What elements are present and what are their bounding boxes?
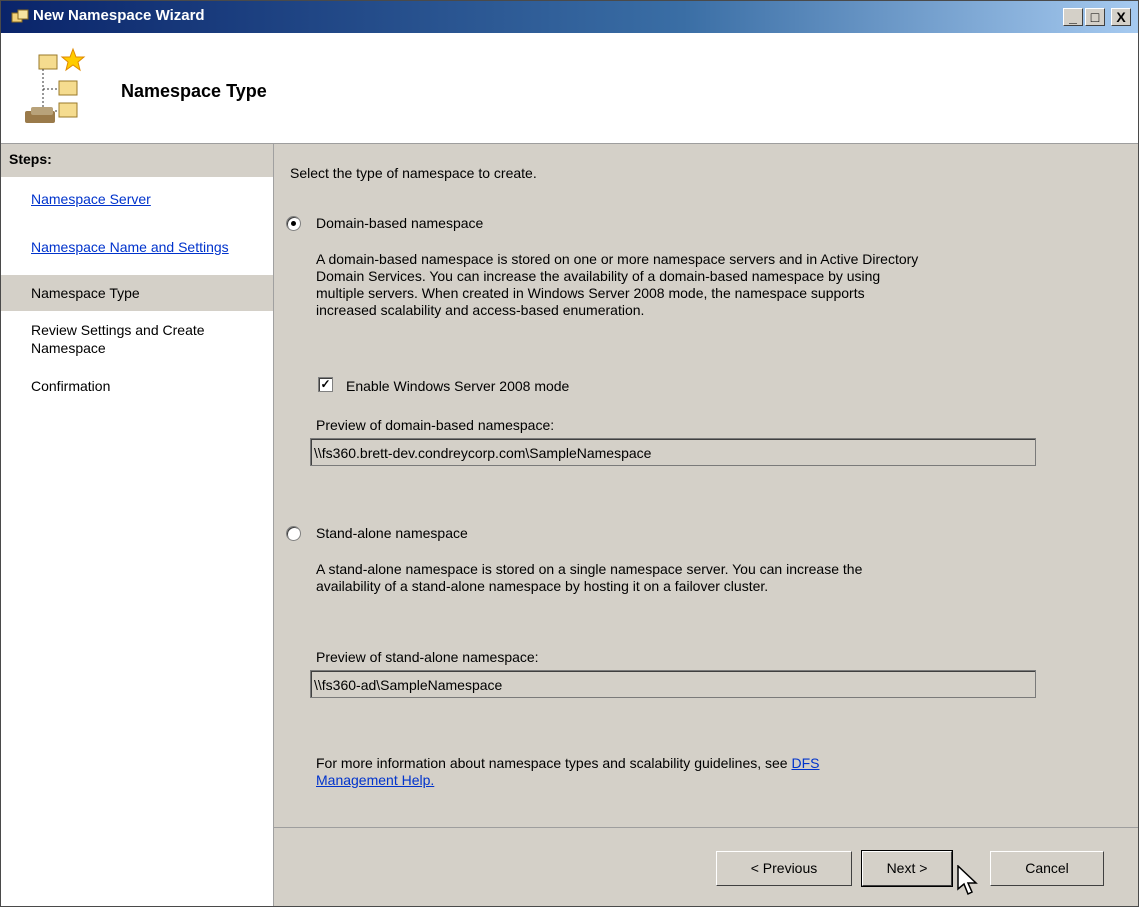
steps-heading: Steps: [1,144,273,177]
step-confirmation: Confirmation [31,378,111,394]
page-title: Namespace Type [121,81,267,101]
domain-desc-line: multiple servers. When created in Window… [316,285,865,301]
info-text: For more information about namespace typ… [316,755,820,771]
intro-text: Select the type of namespace to create. [290,165,537,181]
radio-selected-dot [291,221,296,226]
standalone-desc-line: availability of a stand-alone namespace … [316,578,769,594]
namespace-tree-icon [25,47,86,123]
title-bar: New Namespace Wizard _ □ X [1,1,1138,33]
steps-sidebar: Steps: Namespace Server Namespace Name a… [1,144,274,906]
standalone-preview-field[interactable]: \\fs360-ad\SampleNamespace [310,670,1036,698]
main-content: Select the type of namespace to create. … [274,144,1138,824]
standalone-preview-label: Preview of stand-alone namespace: [316,649,539,665]
minimize-button[interactable]: _ [1063,8,1083,26]
domain-based-label[interactable]: Domain-based namespace [316,214,483,232]
maximize-button[interactable]: □ [1085,8,1105,26]
step-namespace-type: Namespace Type [1,275,273,311]
wizard-window: New Namespace Wizard _ □ X Namespace Typ… [0,0,1139,907]
close-button[interactable]: X [1111,8,1131,26]
step-review-settings: Review Settings and Create Namespace [31,322,205,356]
stand-alone-label[interactable]: Stand-alone namespace [316,524,468,542]
step-namespace-server[interactable]: Namespace Server [1,190,273,208]
domain-desc-line: Domain Services. You can increase the av… [316,268,881,284]
mouse-pointer-icon [957,865,978,896]
namespace-app-icon [11,9,29,23]
server-2008-mode-checkbox[interactable]: ✓ [318,377,333,392]
standalone-desc-line: A stand-alone namespace is stored on a s… [316,561,863,577]
domain-preview-label: Preview of domain-based namespace: [316,417,555,433]
button-bar: < Previous Next > Cancel [274,828,1138,906]
window-title: New Namespace Wizard [33,7,205,24]
domain-desc-line: increased scalability and access-based e… [316,302,645,318]
domain-preview-field[interactable]: \\fs360.brett-dev.condreycorp.com\Sample… [310,438,1036,466]
stand-alone-radio[interactable] [286,526,301,541]
dfs-help-link-cont[interactable]: Management Help. [316,771,434,789]
server-2008-mode-label[interactable]: Enable Windows Server 2008 mode [346,377,569,395]
previous-button[interactable]: < Previous [716,851,852,886]
wizard-header: Namespace Type [1,33,1138,144]
domain-based-radio[interactable] [286,216,301,231]
cancel-button[interactable]: Cancel [990,851,1104,886]
step-namespace-name-settings[interactable]: Namespace Name and Settings [1,238,273,256]
next-button[interactable]: Next > [861,850,953,887]
dfs-help-link[interactable]: DFS [791,755,819,771]
domain-desc-line: A domain-based namespace is stored on on… [316,251,919,267]
